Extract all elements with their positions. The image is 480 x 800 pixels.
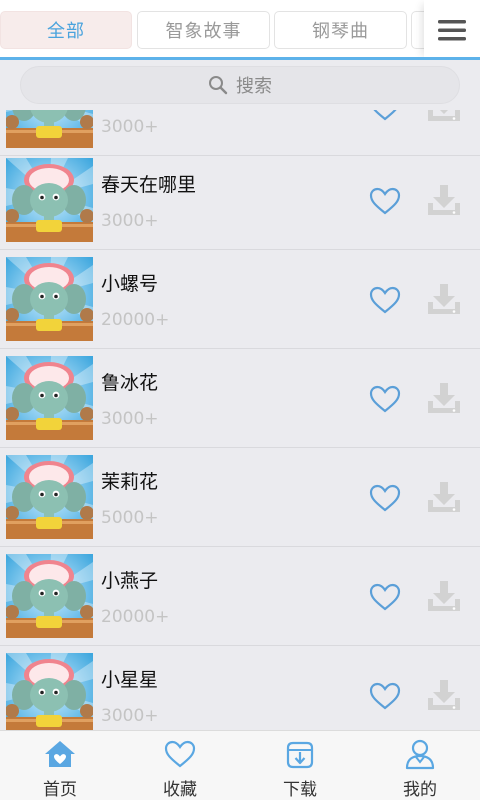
favorite-button[interactable] — [368, 186, 402, 216]
nav-profile-label: 我的 — [403, 780, 437, 800]
song-title: 小螺号 — [101, 273, 159, 295]
favorite-button[interactable] — [368, 681, 402, 711]
play-count: 3000+ — [101, 211, 159, 231]
favorite-heart-icon — [369, 583, 401, 611]
download-button[interactable] — [426, 282, 462, 316]
favorite-heart-icon — [369, 484, 401, 512]
search-icon — [209, 76, 228, 95]
search-bar: 搜索 — [0, 60, 480, 110]
favorite-heart-icon — [369, 385, 401, 413]
nav-home[interactable]: 首页 — [0, 731, 120, 800]
favorite-button[interactable] — [368, 582, 402, 612]
song-list-item[interactable]: 鲁冰花 3000+ — [0, 349, 480, 448]
download-button[interactable] — [426, 579, 462, 613]
song-thumbnail-image — [6, 356, 93, 440]
song-thumbnail-image — [6, 158, 93, 242]
song-thumbnail[interactable] — [6, 554, 93, 638]
song-thumbnail[interactable] — [6, 653, 93, 730]
download-icon — [428, 482, 460, 512]
tab-stories[interactable]: 智象故事 — [137, 11, 270, 49]
song-thumbnail-image — [6, 257, 93, 341]
download-icon — [428, 110, 460, 121]
play-count: 3000+ — [101, 409, 159, 429]
home-heart-icon — [45, 741, 75, 767]
song-title: 鲁冰花 — [101, 372, 159, 394]
download-button[interactable] — [426, 678, 462, 712]
song-list-item[interactable]: 小螺号 20000+ — [0, 250, 480, 349]
search-label: 搜索 — [236, 76, 272, 97]
favorite-button[interactable] — [368, 483, 402, 513]
menu-button[interactable] — [424, 0, 480, 60]
download-icon — [286, 741, 314, 769]
nav-favorites-label: 收藏 — [163, 780, 197, 800]
nav-downloads[interactable]: 下载 — [240, 731, 360, 800]
nav-home-label: 首页 — [43, 780, 77, 800]
favorite-button[interactable] — [368, 110, 402, 122]
song-thumbnail[interactable] — [6, 158, 93, 242]
favorite-button[interactable] — [368, 285, 402, 315]
song-title: 小星星 — [101, 669, 159, 691]
download-button[interactable] — [426, 110, 462, 123]
play-count: 3000+ — [101, 117, 159, 137]
song-list-item[interactable]: 茉莉花 5000+ — [0, 448, 480, 547]
song-list: 3000+ 春天在哪里 3000+ 小螺号 20000+ 鲁冰花 3000+ 茉… — [0, 110, 480, 730]
song-list-item[interactable]: 3000+ — [0, 110, 480, 156]
search-input[interactable]: 搜索 — [20, 66, 460, 104]
bottom-navigation: 首页 收藏 下载 我的 — [0, 730, 480, 800]
download-button[interactable] — [426, 183, 462, 217]
play-count: 5000+ — [101, 508, 159, 528]
download-icon — [428, 284, 460, 314]
favorite-heart-icon — [373, 110, 397, 121]
song-list-item[interactable]: 春天在哪里 3000+ — [0, 151, 480, 250]
favorite-button[interactable] — [368, 384, 402, 414]
download-icon — [428, 680, 460, 710]
nav-favorites[interactable]: 收藏 — [120, 731, 240, 800]
song-thumbnail-image — [6, 455, 93, 539]
play-count: 3000+ — [101, 706, 159, 726]
hamburger-menu-icon — [438, 20, 466, 41]
tab-piano[interactable]: 钢琴曲 — [274, 11, 407, 49]
song-title: 小燕子 — [101, 570, 159, 592]
song-thumbnail-image — [6, 110, 93, 148]
category-tab-bar: 全部 智象故事 钢琴曲 — [0, 0, 480, 60]
song-title: 茉莉花 — [101, 471, 159, 493]
favorite-heart-icon — [369, 286, 401, 314]
download-icon — [428, 383, 460, 413]
song-thumbnail[interactable] — [6, 455, 93, 539]
download-icon — [428, 581, 460, 611]
song-thumbnail[interactable] — [6, 257, 93, 341]
nav-profile[interactable]: 我的 — [360, 731, 480, 800]
song-thumbnail-image — [6, 554, 93, 638]
heart-icon — [164, 740, 196, 768]
song-list-item[interactable]: 小星星 3000+ — [0, 646, 480, 730]
nav-downloads-label: 下载 — [283, 780, 317, 800]
play-count: 20000+ — [101, 310, 170, 330]
download-button[interactable] — [426, 381, 462, 415]
song-thumbnail[interactable] — [6, 356, 93, 440]
song-title: 春天在哪里 — [101, 174, 197, 196]
song-thumbnail-image — [6, 653, 93, 730]
song-thumbnail[interactable] — [6, 110, 93, 148]
favorite-heart-icon — [369, 187, 401, 215]
song-list-item[interactable]: 小燕子 20000+ — [0, 547, 480, 646]
play-count: 20000+ — [101, 607, 170, 627]
download-button[interactable] — [426, 480, 462, 514]
user-icon — [405, 739, 435, 770]
tab-all[interactable]: 全部 — [0, 11, 132, 49]
favorite-heart-icon — [369, 682, 401, 710]
download-icon — [428, 185, 460, 215]
